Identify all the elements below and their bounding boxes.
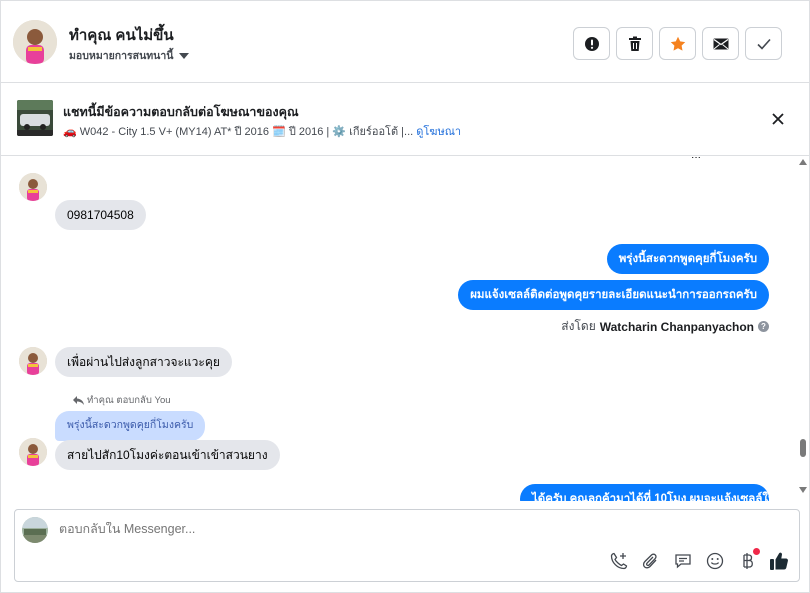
close-icon[interactable] [768, 109, 788, 129]
incoming-message[interactable]: สายไปสัก10โมงค่ะตอนเข้าเข้าสวนยาง [55, 440, 280, 470]
conversation-actions [573, 27, 782, 60]
delete-button[interactable] [616, 27, 653, 60]
outgoing-message[interactable]: ผมแจ้งเซลล์ติดต่อพูดคุยรายละเอียดแนะนำกา… [458, 280, 769, 310]
phone-plus-icon [610, 552, 628, 570]
reply-indicator: ทำคุณ ตอบกลับ You [73, 393, 171, 408]
incoming-message[interactable]: เพื่อผ่านไปส่งลูกสาวจะแวะคุย [55, 347, 232, 377]
reply-input[interactable] [59, 522, 659, 536]
assign-conversation-dropdown[interactable]: มอบหมายการสนทนานี้ [69, 47, 190, 64]
caret-down-icon [179, 52, 190, 59]
attach-button[interactable] [641, 551, 661, 571]
reply-meta-text: ทำคุณ ตอบกลับ You [87, 395, 171, 406]
baht-icon [743, 553, 753, 569]
thread-scrollbar[interactable] [797, 157, 809, 497]
sender-avatar[interactable] [19, 438, 47, 466]
emoji-button[interactable] [705, 551, 725, 571]
payment-button[interactable] [737, 548, 760, 571]
partial-message-text: ... [691, 157, 701, 161]
page-avatar [22, 517, 48, 543]
envelope-icon [713, 38, 728, 49]
ad-thumbnail[interactable] [17, 100, 53, 136]
sent-by-name: Watcharin Chanpanyachon [599, 319, 754, 334]
mark-spam-button[interactable] [573, 27, 610, 60]
mark-unread-button[interactable] [702, 27, 739, 60]
star-icon [670, 36, 685, 51]
ad-banner-title: แชทนี้มีข้อความตอบกลับต่อโฆษณาของคุณ [63, 105, 299, 119]
contact-avatar[interactable] [13, 20, 57, 64]
sent-by-label: ส่งโดย Watcharin Chanpanyachon ? [561, 317, 769, 336]
contact-name[interactable]: ทำคุณ คนไม่ขึ้น [69, 23, 174, 47]
star-button[interactable] [659, 27, 696, 60]
view-ad-link[interactable]: ดูโฆษณา [416, 126, 461, 138]
reply-icon [73, 396, 84, 405]
composer-toolbar [609, 548, 789, 571]
paperclip-icon [642, 553, 657, 569]
message-thread: ... 0981704508 พรุ่งนี้สะดวกพูดคุยกี่โมง… [1, 157, 809, 501]
like-button[interactable] [769, 551, 789, 571]
sender-avatar[interactable] [19, 173, 47, 201]
check-icon [756, 38, 771, 50]
chat-bubble-icon [675, 554, 691, 569]
incoming-message[interactable]: 0981704508 [55, 200, 146, 230]
alert-icon [584, 36, 599, 51]
notification-dot [753, 548, 760, 555]
smiley-icon [706, 552, 724, 570]
ad-description: 🚗 W042 - City 1.5 V+ (MY14) AT* ปี 2016 … [63, 126, 414, 138]
call-button[interactable] [609, 551, 629, 571]
conversation-header: ทำคุณ คนไม่ขึ้น มอบหมายการสนทนานี้ [1, 1, 809, 83]
mark-done-button[interactable] [745, 27, 782, 60]
assign-label: มอบหมายการสนทนานี้ [69, 50, 174, 62]
chat-window: ทำคุณ คนไม่ขึ้น มอบหมายการสนทนานี้ แชทนี… [0, 0, 810, 593]
thumbs-up-icon [770, 552, 788, 570]
ad-reply-banner: แชทนี้มีข้อความตอบกลับต่อโฆษณาของคุณ 🚗 W… [1, 84, 809, 156]
sender-avatar[interactable] [19, 347, 47, 375]
outgoing-message[interactable]: ได้ครับ คุณลูกค้ามาได้ที่ 10โมง ผมจะแจ้ง… [520, 484, 769, 501]
outgoing-message[interactable]: พรุ่งนี้สะดวกพูดคุยกี่โมงครับ [606, 244, 769, 274]
trash-icon [628, 36, 641, 51]
help-icon[interactable]: ? [758, 321, 769, 332]
sent-by-prefix: ส่งโดย [561, 319, 596, 333]
saved-replies-button[interactable] [673, 551, 693, 571]
ad-banner-subtitle: 🚗 W042 - City 1.5 V+ (MY14) AT* ปี 2016 … [63, 122, 461, 140]
reply-composer [14, 509, 800, 582]
quoted-message[interactable]: พรุ่งนี้สะดวกพูดคุยกี่โมงครับ [55, 411, 206, 441]
